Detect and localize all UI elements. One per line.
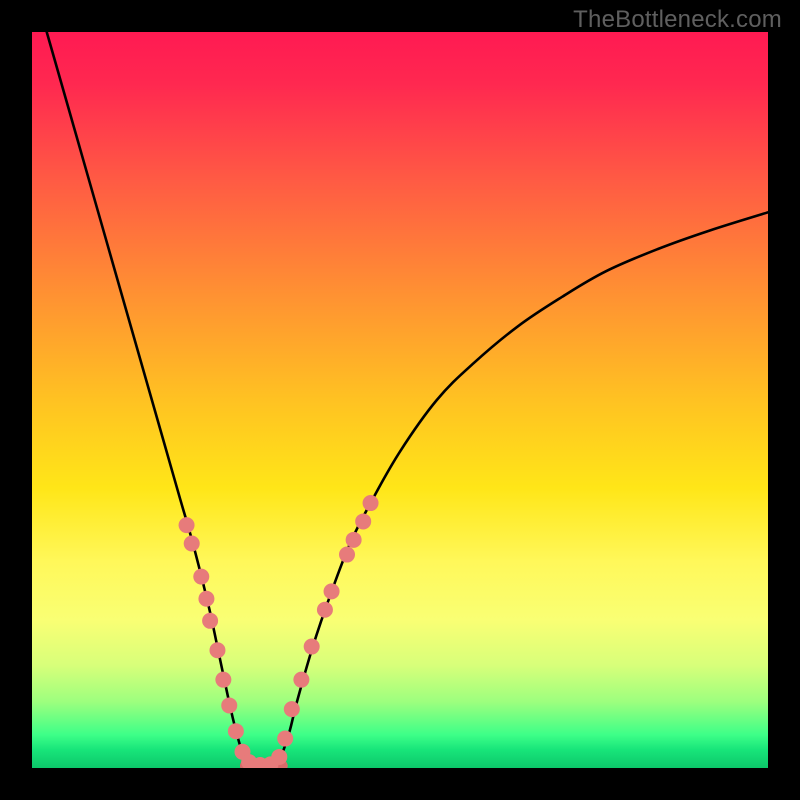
data-point [221,697,237,713]
data-point [193,569,209,585]
data-point [324,583,340,599]
data-point [346,532,362,548]
watermark-text: TheBottleneck.com [573,6,782,34]
data-point [317,602,333,618]
data-point [271,749,287,765]
data-point [277,731,293,747]
curve-layer [32,32,768,768]
data-point [215,672,231,688]
bottleneck_curve_left [47,32,253,768]
data-point [198,591,214,607]
data-point [184,536,200,552]
data-point [363,495,379,511]
data-point [355,513,371,529]
data-point [228,723,244,739]
data-point [304,639,320,655]
data-point [209,642,225,658]
data-point [293,672,309,688]
data-point [284,701,300,717]
data-point [202,613,218,629]
plot-area [32,32,768,768]
outer-frame: TheBottleneck.com [0,0,800,800]
data-point [179,517,195,533]
data-point [339,547,355,563]
bottleneck_curve_right [275,212,768,768]
